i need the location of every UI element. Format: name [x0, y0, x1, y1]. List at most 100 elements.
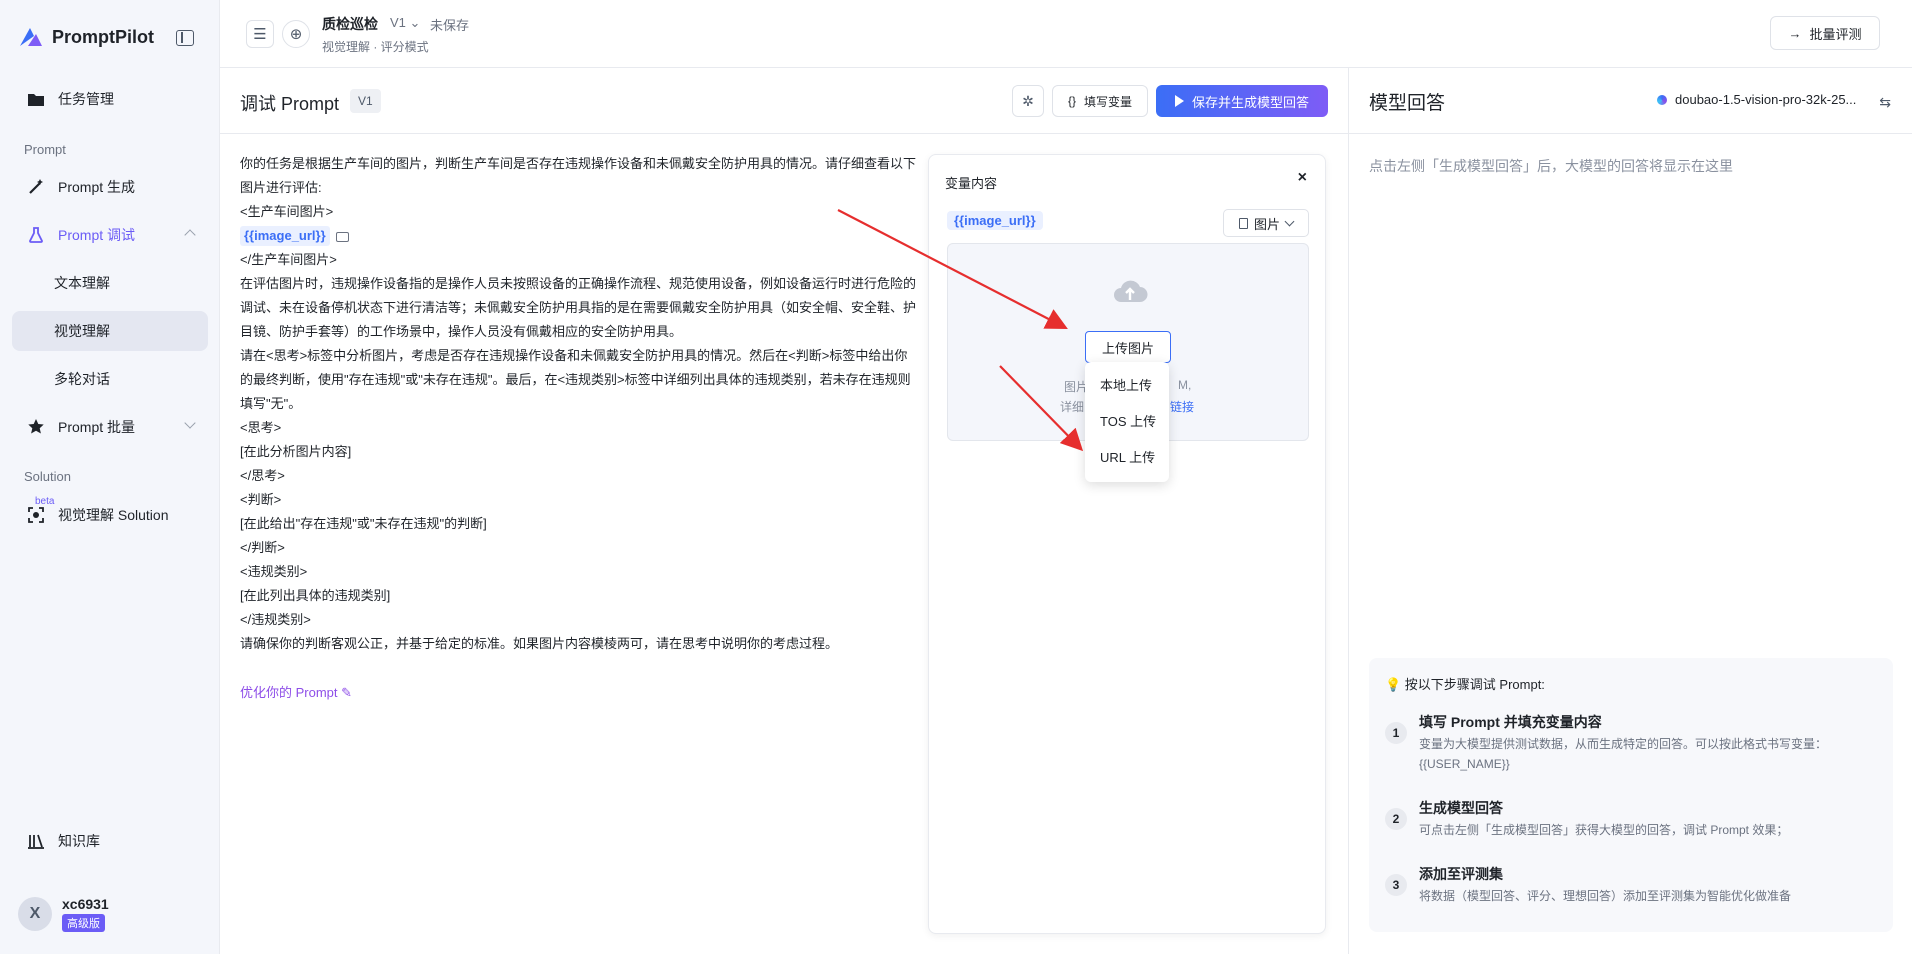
version-select[interactable]: V1 ⌄	[390, 15, 420, 31]
play-icon	[1174, 95, 1184, 107]
task-subtitle: 视觉理解 · 评分模式	[322, 40, 429, 54]
prompt-editor[interactable]: 你的任务是根据生产车间的图片，判断生产车间是否存在违规操作设备和未佩戴安全防护用…	[240, 152, 920, 656]
brand[interactable]: PromptPilot	[18, 26, 154, 48]
save-generate-button[interactable]: 保存并生成模型回答	[1156, 85, 1328, 117]
sidebar-item-knowledge-base[interactable]: 知识库	[12, 821, 208, 861]
upload-image-button[interactable]: 上传图片	[1085, 331, 1171, 363]
menu-item-tos-upload[interactable]: TOS 上传	[1085, 402, 1169, 438]
tier-badge: 高级版	[62, 914, 105, 932]
file-icon	[1238, 217, 1248, 229]
sidebar-item-label: 知识库	[58, 833, 100, 849]
version-badge: V1	[350, 89, 381, 113]
prompt-line: <思考>	[240, 420, 282, 435]
variable-type-label: 图片	[1253, 216, 1280, 232]
chevron-down-icon	[1284, 216, 1295, 226]
sidebar-item-prompt-batch[interactable]: Prompt 批量	[12, 407, 208, 447]
fill-variables-label: 填写变量	[1084, 94, 1133, 109]
step-title: 生成模型回答	[1419, 800, 1503, 816]
prompt-line: 请确保你的判断客观公正，并基于给定的标准。如果图片内容模棱两可，请在思考中说明你…	[240, 636, 839, 651]
prompt-line: <判断>	[240, 492, 282, 507]
avatar: X	[18, 897, 52, 931]
fill-variables-button[interactable]: {} 填写变量	[1052, 85, 1148, 117]
brand-name: PromptPilot	[52, 26, 154, 47]
sidebar-subitem-multiturn[interactable]: 多轮对话	[12, 359, 208, 399]
folder-icon	[26, 89, 46, 109]
prompt-line: </生产车间图片>	[240, 252, 337, 267]
prompt-line: <违规类别>	[240, 564, 308, 579]
section-label-solution: Solution	[24, 469, 71, 484]
top-header: ☰ ⊕ 质检巡检 V1 ⌄ 未保存 视觉理解 · 评分模式 → 批量评测	[220, 0, 1912, 68]
upload-options-menu: 本地上传 TOS 上传 URL 上传	[1085, 362, 1169, 482]
variable-chip[interactable]: {{image_url}}	[240, 226, 330, 246]
sidebar-item-label: 视觉理解 Solution	[58, 507, 169, 523]
sidebar-item-prompt-generate[interactable]: Prompt 生成	[12, 167, 208, 207]
prompt-line: [在此分析图片内容]	[240, 444, 352, 459]
step-number: 3	[1385, 874, 1407, 896]
model-name: doubao-1.5-vision-pro-32k-25...	[1675, 92, 1857, 107]
save-generate-label: 保存并生成模型回答	[1191, 94, 1309, 110]
step-description: 可点击左侧「生成模型回答」获得大模型的回答，调试 Prompt 效果；	[1419, 823, 1789, 837]
variables-panel: 变量内容 × {{image_url}} 图片 上传图片 图片 M, 详细 链接	[928, 154, 1326, 934]
user-name: xc6931	[62, 896, 109, 912]
sidebar-item-task-management[interactable]: 任务管理	[12, 79, 208, 119]
prompt-line: [在此列出具体的违规类别]	[240, 588, 391, 603]
sidebar-item-vision-solution[interactable]: 视觉理解 Solution	[12, 495, 208, 535]
prompt-line: [在此给出"存在违规"或"未存在违规"的判断]	[240, 516, 487, 531]
response-placeholder: 点击左侧「生成模型回答」后，大模型的回答将显示在这里	[1369, 158, 1733, 174]
sidebar-item-label: Prompt 生成	[58, 179, 136, 195]
batch-eval-button[interactable]: → 批量评测	[1770, 16, 1880, 50]
step-description: 将数据（模型回答、评分、理想回答）添加至评测集为智能优化做准备	[1419, 889, 1792, 903]
optimize-prompt-link[interactable]: 优化你的 Prompt ✎	[240, 682, 352, 701]
add-icon[interactable]: ⊕	[282, 20, 310, 48]
batch-eval-label: 批量评测	[1809, 26, 1862, 42]
steps-title: 💡 按以下步骤调试 Prompt:	[1385, 677, 1545, 692]
menu-item-local-upload[interactable]: 本地上传	[1085, 366, 1169, 402]
user-profile[interactable]: X xc6931 高级版	[18, 896, 109, 932]
chevron-up-icon	[184, 229, 196, 241]
step-title: 填写 Prompt 并填充变量内容	[1419, 714, 1602, 730]
sidebar-subitem-text[interactable]: 文本理解	[12, 263, 208, 303]
upload-hint-size: M,	[1178, 378, 1192, 392]
library-icon	[26, 831, 46, 851]
flask-icon	[26, 225, 46, 245]
arrow-right-icon: →	[1788, 25, 1802, 41]
version-label: V1	[390, 15, 406, 30]
task-title: 质检巡检	[322, 16, 378, 32]
chevron-down-icon	[184, 417, 196, 429]
doubao-icon	[1657, 94, 1667, 105]
menu-icon[interactable]: ☰	[246, 20, 274, 48]
star-icon	[26, 417, 46, 437]
close-icon[interactable]: ×	[1298, 169, 1307, 187]
menu-item-url-upload[interactable]: URL 上传	[1085, 438, 1169, 474]
magic-wand-icon: ✎	[341, 685, 353, 700]
sidebar-collapse-icon[interactable]	[176, 30, 194, 46]
sidebar-item-prompt-debug[interactable]: Prompt 调试	[12, 215, 208, 255]
promptpilot-logo-icon	[20, 28, 42, 46]
model-select[interactable]: doubao-1.5-vision-pro-32k-25...	[1657, 92, 1856, 107]
optimize-label: 优化你的 Prompt	[240, 685, 338, 700]
response-title: 模型回答	[1369, 93, 1446, 114]
step-title: 添加至评测集	[1419, 866, 1503, 882]
debug-header: 调试 Prompt V1 ✲ {} 填写变量 保存并生成模型回答	[220, 68, 1348, 134]
step-number: 2	[1385, 808, 1407, 830]
braces-icon: {}	[1067, 94, 1076, 108]
variable-type-select[interactable]: 图片	[1223, 209, 1309, 237]
sidebar: PromptPilot 任务管理 Prompt Prompt 生成 Prompt…	[0, 0, 220, 954]
variable-name: {{image_url}}	[947, 211, 1043, 230]
sidebar-subitem-vision[interactable]: 视觉理解	[12, 311, 208, 351]
variables-title: 变量内容	[945, 176, 998, 191]
sidebar-item-label: Prompt 调试	[58, 227, 136, 243]
prompt-line: 请在<思考>标签中分析图片，考虑是否存在违规操作设备和未佩戴安全防护用具的情况。…	[240, 348, 911, 411]
upload-hint-link[interactable]: 链接	[1170, 398, 1194, 415]
upload-hint-detail: 详细	[1060, 400, 1085, 414]
settings-sliders-icon[interactable]: ⇆	[1879, 94, 1891, 111]
sidebar-item-label: 任务管理	[58, 91, 114, 107]
prompt-line: 你的任务是根据生产车间的图片，判断生产车间是否存在违规操作设备和未佩戴安全防护用…	[240, 156, 917, 195]
prompt-line: </思考>	[240, 468, 285, 483]
image-icon	[335, 231, 349, 242]
prompt-line: </违规类别>	[240, 612, 311, 627]
step-description: 变量为大模型提供测试数据，从而生成特定的回答。可以按此格式书写变量：{{USER…	[1419, 737, 1828, 771]
sparkle-icon[interactable]: ✲	[1012, 85, 1044, 117]
wand-icon	[26, 177, 46, 197]
scan-icon	[26, 505, 46, 525]
